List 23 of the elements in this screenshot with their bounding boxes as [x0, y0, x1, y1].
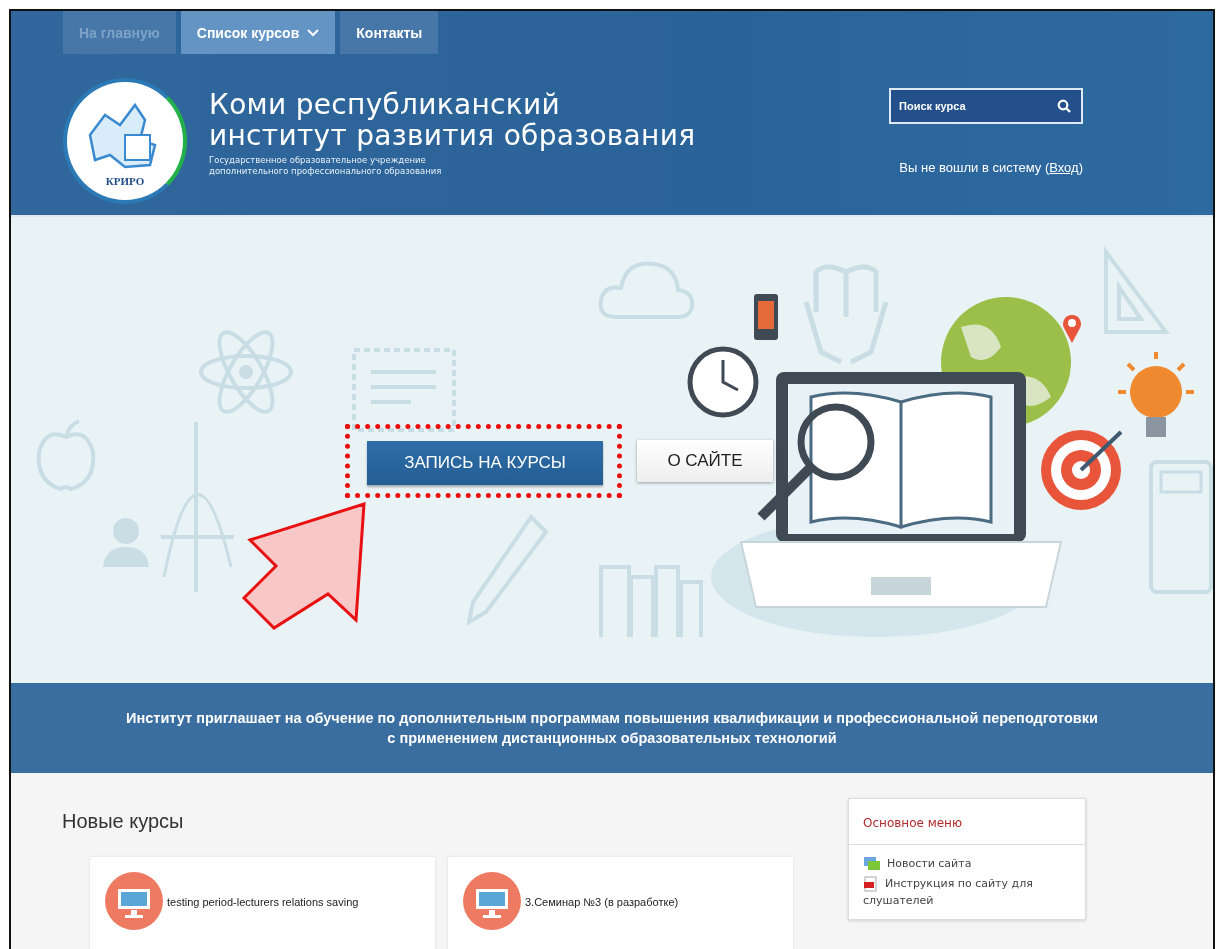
menu-link[interactable]: Инструкция по сайту для слушателей [863, 875, 1071, 909]
site-title: Коми республиканский институт развития образования [209, 89, 696, 151]
enroll-button[interactable]: ЗАПИСЬ НА КУРСЫ [367, 441, 603, 485]
course-card[interactable]: 3.Семинар №3 (в разработке) [448, 857, 793, 949]
about-button[interactable]: О САЙТЕ [637, 440, 773, 482]
monitor-icon [463, 872, 521, 930]
search-field[interactable]: Поиск курса [889, 88, 1083, 124]
login-status: Вы не вошли в систему (Вход) [899, 160, 1083, 175]
site-subtitle: Государственное образовательное учреждение дополнительного профессионального образования [209, 155, 443, 177]
logo-text: КРИРО [105, 175, 145, 187]
section-title: Новые курсы [62, 809, 185, 833]
course-title[interactable]: testing period-lecturers relations saving [167, 896, 359, 908]
login-link[interactable]: Вход [1049, 160, 1079, 175]
menu-link[interactable]: Новости сайта [863, 855, 1071, 872]
search-icon [1057, 99, 1071, 113]
course-card[interactable]: testing period-lecturers relations saving [90, 857, 435, 949]
nav-tab[interactable]: Контакты [340, 11, 439, 54]
document-icon [863, 876, 879, 892]
monitor-icon [105, 872, 163, 930]
menu-title: Основное меню [849, 799, 1085, 845]
course-title[interactable]: 3.Семинар №3 (в разработке) [525, 896, 679, 908]
banner-text: Институт приглашает на обучение по дополнительным программам повышения квалификации и профессиональной переподготовки с применением дистанционных образовательных технологий [126, 709, 1098, 748]
chat-bubbles-icon [863, 856, 881, 872]
